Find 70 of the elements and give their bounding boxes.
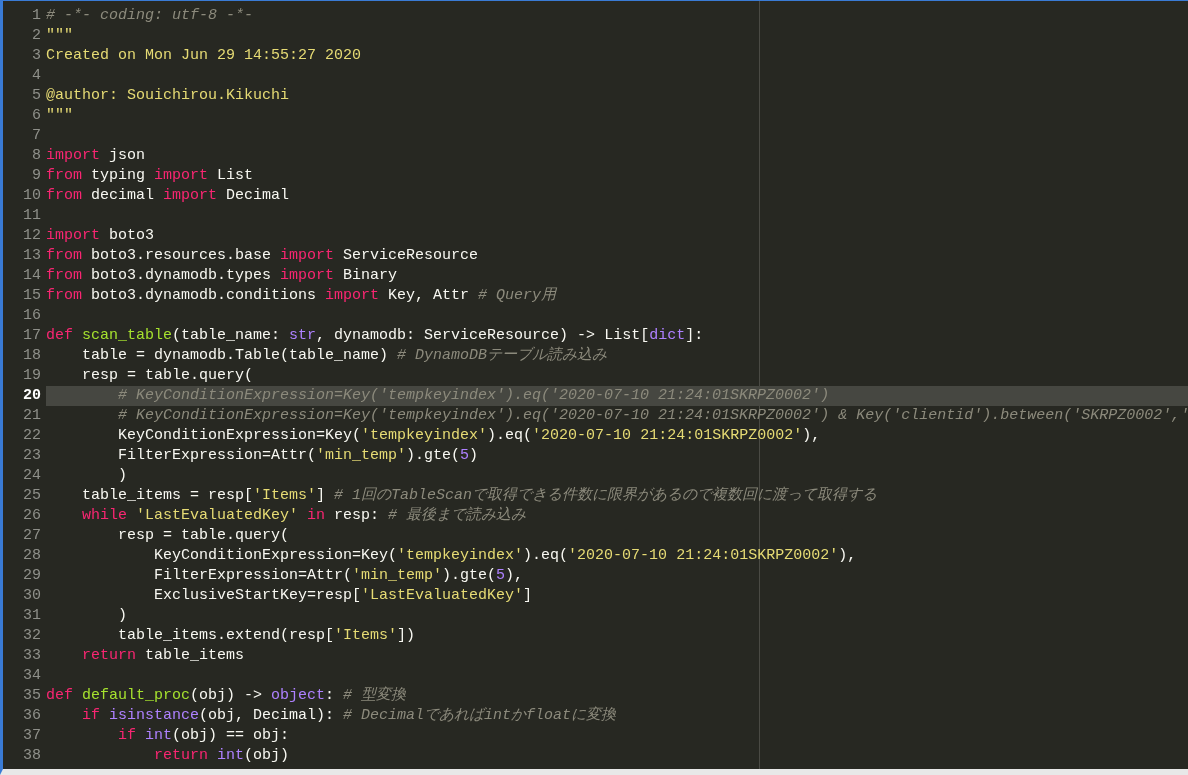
code-line: from typing import List bbox=[46, 166, 255, 186]
line-number: 2 bbox=[31, 26, 42, 46]
code-line: @author: Souichirou.Kikuchi bbox=[46, 86, 291, 106]
line-number: 34 bbox=[22, 666, 42, 686]
line-number: 11 bbox=[22, 206, 42, 226]
line-number: 20 bbox=[22, 386, 42, 406]
code-line: from boto3.dynamodb.types import Binary bbox=[46, 266, 399, 286]
code-line: return table_items bbox=[81, 646, 246, 666]
line-number: 28 bbox=[22, 546, 42, 566]
line-number: 14 bbox=[22, 266, 42, 286]
code-line: def default_proc(obj) -> object: # 型変換 bbox=[46, 686, 408, 706]
code-line: # -*- coding: utf-8 -*- bbox=[46, 6, 255, 26]
line-number: 4 bbox=[31, 66, 42, 86]
code-line: KeyConditionExpression=Key('tempkeyindex').eq('2020-07-10 21:24:01SKRPZ0002'), bbox=[153, 546, 858, 566]
code-line: # KeyConditionExpression=Key('tempkeyindex').eq('2020-07-10 21:24:01SKRPZ0002') & Key('clientid').between('SKRPZ0002',' bbox=[117, 406, 1188, 426]
line-number: 29 bbox=[22, 566, 42, 586]
line-number: 25 bbox=[22, 486, 42, 506]
line-number: 17 bbox=[22, 326, 42, 346]
line-number: 3 bbox=[31, 46, 42, 66]
line-number: 35 bbox=[22, 686, 42, 706]
code-line: """ bbox=[46, 106, 74, 126]
line-number: 36 bbox=[22, 706, 42, 726]
code-line: table_items = resp['Items'] # 1回のTableScanで取得できる件数に限界があるので複数回に渡って取得する bbox=[81, 486, 879, 506]
code-line: table = dynamodb.Table(table_name) # DynamoDBテーブル読み込み bbox=[81, 346, 609, 366]
line-number: 13 bbox=[22, 246, 42, 266]
line-number: 32 bbox=[22, 626, 42, 646]
code-line: """ bbox=[46, 26, 74, 46]
line-number: 10 bbox=[22, 186, 42, 206]
line-number: 18 bbox=[22, 346, 42, 366]
code-line: import boto3 bbox=[46, 226, 156, 246]
code-line: ) bbox=[117, 606, 128, 626]
line-number: 12 bbox=[22, 226, 42, 246]
code-line: from boto3.resources.base import ServiceResource bbox=[46, 246, 480, 266]
code-line: while 'LastEvaluatedKey' in resp: # 最後まで読み込み bbox=[81, 506, 528, 526]
code-line: def scan_table(table_name: str, dynamodb: ServiceResource) -> List[dict]: bbox=[46, 326, 705, 346]
line-number: 8 bbox=[31, 146, 42, 166]
code-line: resp = table.query( bbox=[117, 526, 291, 546]
line-number: 22 bbox=[22, 426, 42, 446]
code-line: import json bbox=[46, 146, 147, 166]
line-number: 30 bbox=[22, 586, 42, 606]
code-line: from decimal import Decimal bbox=[46, 186, 291, 206]
line-number: 21 bbox=[22, 406, 42, 426]
line-number: 19 bbox=[22, 366, 42, 386]
line-number: 26 bbox=[22, 506, 42, 526]
code-line: if int(obj) == obj: bbox=[117, 726, 291, 746]
line-number: 1 bbox=[31, 6, 42, 26]
line-number: 9 bbox=[31, 166, 42, 186]
line-number: 31 bbox=[22, 606, 42, 626]
code-line: ) bbox=[117, 466, 128, 486]
code-line: Created on Mon Jun 29 14:55:27 2020 bbox=[46, 46, 363, 66]
line-number: 33 bbox=[22, 646, 42, 666]
line-number: 23 bbox=[22, 446, 42, 466]
code-line: FilterExpression=Attr('min_temp').gte(5), bbox=[153, 566, 525, 586]
code-line: KeyConditionExpression=Key('tempkeyindex').eq('2020-07-10 21:24:01SKRPZ0002'), bbox=[117, 426, 822, 446]
line-number: 15 bbox=[22, 286, 42, 306]
line-number: 6 bbox=[31, 106, 42, 126]
line-number: 27 bbox=[22, 526, 42, 546]
code-line: return int(obj) bbox=[153, 746, 291, 766]
line-number: 37 bbox=[22, 726, 42, 746]
code-line: ExclusiveStartKey=resp['LastEvaluatedKey'] bbox=[153, 586, 534, 606]
code-line: if isinstance(obj, Decimal): # Decimalであればintかfloatに変換 bbox=[81, 706, 618, 726]
line-number: 16 bbox=[22, 306, 42, 326]
code-line: resp = table.query( bbox=[81, 366, 255, 386]
code-line: table_items.extend(resp['Items']) bbox=[117, 626, 417, 646]
line-number: 7 bbox=[31, 126, 42, 146]
line-number: 24 bbox=[22, 466, 42, 486]
line-number: 5 bbox=[31, 86, 42, 106]
line-number: 38 bbox=[22, 746, 42, 766]
code-line: FilterExpression=Attr('min_temp').gte(5) bbox=[117, 446, 480, 466]
code-line: from boto3.dynamodb.conditions import Key, Attr # Query用 bbox=[46, 286, 558, 306]
